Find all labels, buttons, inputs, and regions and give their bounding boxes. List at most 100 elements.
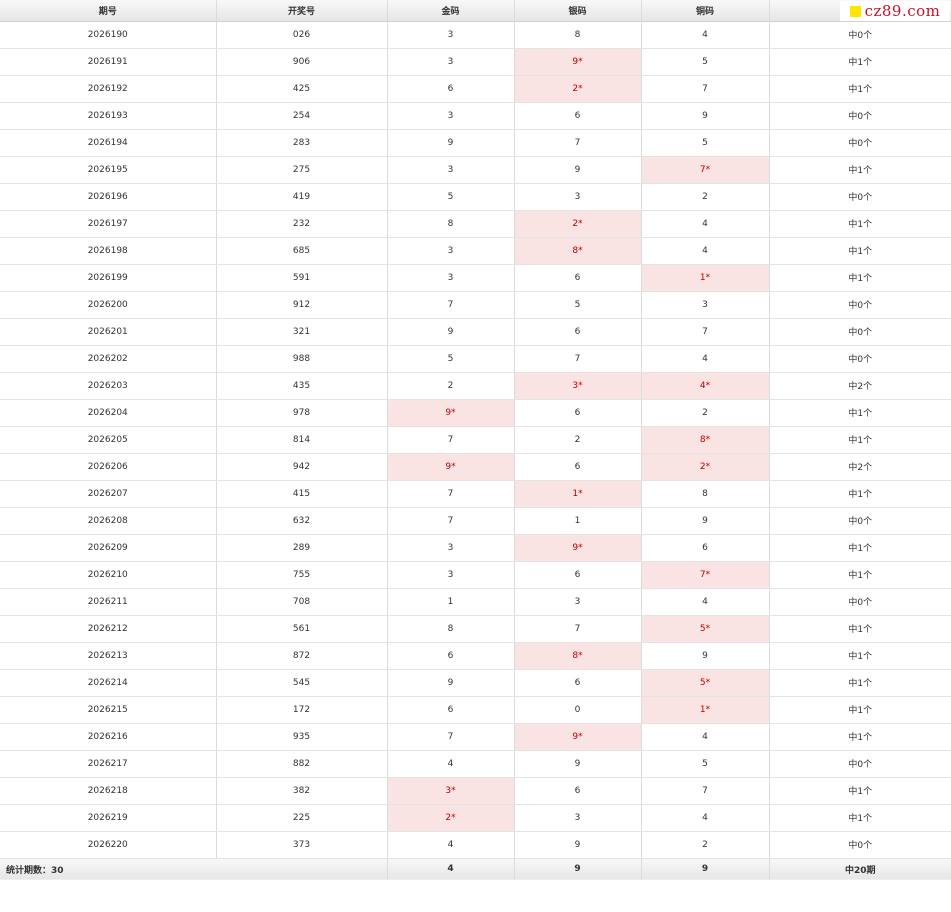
cell-gold: 1 <box>387 588 515 616</box>
cell-bronze: 4* <box>641 372 770 400</box>
cell-number: 882 <box>216 750 388 778</box>
cell-silver: 6 <box>514 453 642 481</box>
cell-number: 415 <box>216 480 388 508</box>
cell-issue: 2026196 <box>0 183 217 211</box>
table-row: 2026220 373 4 9 2 中0个 <box>0 831 951 859</box>
cell-silver: 3 <box>514 588 642 616</box>
cell-silver: 7 <box>514 615 642 643</box>
cell-gold: 7 <box>387 480 515 508</box>
summary-result: 中20期 <box>769 857 951 880</box>
cell-gold: 9* <box>387 399 515 427</box>
cell-issue: 2026194 <box>0 129 217 157</box>
cell-number: 289 <box>216 534 388 562</box>
header-gold[interactable]: 金码 <box>387 0 515 22</box>
cell-result: 中1个 <box>769 696 951 724</box>
cell-issue: 2026219 <box>0 804 217 832</box>
cell-gold: 3 <box>387 48 515 76</box>
cell-number: 545 <box>216 669 388 697</box>
table-row: 2026193 254 3 6 9 中0个 <box>0 102 951 130</box>
cell-number: 685 <box>216 237 388 265</box>
header-silver[interactable]: 银码 <box>514 0 642 22</box>
cell-gold: 7 <box>387 507 515 535</box>
cell-result: 中2个 <box>769 372 951 400</box>
cell-gold: 7 <box>387 723 515 751</box>
cell-number: 026 <box>216 21 388 49</box>
cell-issue: 2026206 <box>0 453 217 481</box>
cell-issue: 2026216 <box>0 723 217 751</box>
table-row: 2026191 906 3 9* 5 中1个 <box>0 48 951 76</box>
cell-number: 425 <box>216 75 388 103</box>
cell-silver: 9 <box>514 750 642 778</box>
summary-bronze: 9 <box>641 857 770 880</box>
cell-result: 中1个 <box>769 156 951 184</box>
cell-gold: 2* <box>387 804 515 832</box>
summary-label: 统计期数：30 <box>0 857 388 880</box>
cell-result: 中0个 <box>769 750 951 778</box>
cell-bronze: 4 <box>641 21 770 49</box>
table-row: 2026201 321 9 6 7 中0个 <box>0 318 951 346</box>
cell-issue: 2026211 <box>0 588 217 616</box>
table-row: 2026194 283 9 7 5 中0个 <box>0 129 951 157</box>
cell-result: 中1个 <box>769 264 951 292</box>
cell-bronze: 5 <box>641 48 770 76</box>
cell-gold: 3 <box>387 561 515 589</box>
cell-silver: 1 <box>514 507 642 535</box>
cell-silver: 0 <box>514 696 642 724</box>
table-row: 2026204 978 9* 6 2 中1个 <box>0 399 951 427</box>
header-number[interactable]: 开奖号 <box>216 0 388 22</box>
cell-bronze: 4 <box>641 345 770 373</box>
cell-gold: 7 <box>387 426 515 454</box>
cell-issue: 2026199 <box>0 264 217 292</box>
cell-number: 172 <box>216 696 388 724</box>
cell-bronze: 2 <box>641 399 770 427</box>
table-row: 2026215 172 6 0 1* 中1个 <box>0 696 951 724</box>
cell-result: 中0个 <box>769 129 951 157</box>
cell-bronze: 8* <box>641 426 770 454</box>
cell-issue: 2026207 <box>0 480 217 508</box>
cell-bronze: 4 <box>641 804 770 832</box>
cell-issue: 2026202 <box>0 345 217 373</box>
header-bronze[interactable]: 铜码 <box>641 0 770 22</box>
cell-silver: 8 <box>514 21 642 49</box>
cell-gold: 2 <box>387 372 515 400</box>
cell-issue: 2026213 <box>0 642 217 670</box>
cell-issue: 2026191 <box>0 48 217 76</box>
cell-gold: 3 <box>387 237 515 265</box>
cell-gold: 3 <box>387 156 515 184</box>
header-issue[interactable]: 期号 <box>0 0 217 22</box>
cell-silver: 6 <box>514 777 642 805</box>
cell-result: 中2个 <box>769 453 951 481</box>
cell-gold: 6 <box>387 642 515 670</box>
cell-bronze: 9 <box>641 642 770 670</box>
table-row: 2026206 942 9* 6 2* 中2个 <box>0 453 951 481</box>
table-row: 2026205 814 7 2 8* 中1个 <box>0 426 951 454</box>
cell-number: 872 <box>216 642 388 670</box>
cell-issue: 2026217 <box>0 750 217 778</box>
cell-result: 中1个 <box>769 48 951 76</box>
cell-number: 906 <box>216 48 388 76</box>
cell-bronze: 4 <box>641 210 770 238</box>
cell-number: 814 <box>216 426 388 454</box>
cell-issue: 2026205 <box>0 426 217 454</box>
logo-square-icon <box>849 5 861 17</box>
table-row: 2026210 755 3 6 7* 中1个 <box>0 561 951 589</box>
table-row: 2026208 632 7 1 9 中0个 <box>0 507 951 535</box>
cell-bronze: 4 <box>641 237 770 265</box>
cell-number: 912 <box>216 291 388 319</box>
cell-silver: 6 <box>514 561 642 589</box>
cell-bronze: 4 <box>641 588 770 616</box>
site-logo[interactable]: cz89.com <box>840 1 950 21</box>
cell-issue: 2026204 <box>0 399 217 427</box>
logo-text: cz89.com <box>864 2 941 20</box>
cell-issue: 2026190 <box>0 21 217 49</box>
table-row: 2026195 275 3 9 7* 中1个 <box>0 156 951 184</box>
cell-gold: 3 <box>387 264 515 292</box>
cell-silver: 1* <box>514 480 642 508</box>
cell-result: 中1个 <box>769 723 951 751</box>
cell-number: 232 <box>216 210 388 238</box>
cell-gold: 9 <box>387 129 515 157</box>
cell-bronze: 7 <box>641 777 770 805</box>
table-row: 2026209 289 3 9* 6 中1个 <box>0 534 951 562</box>
cell-silver: 3 <box>514 804 642 832</box>
cell-number: 283 <box>216 129 388 157</box>
